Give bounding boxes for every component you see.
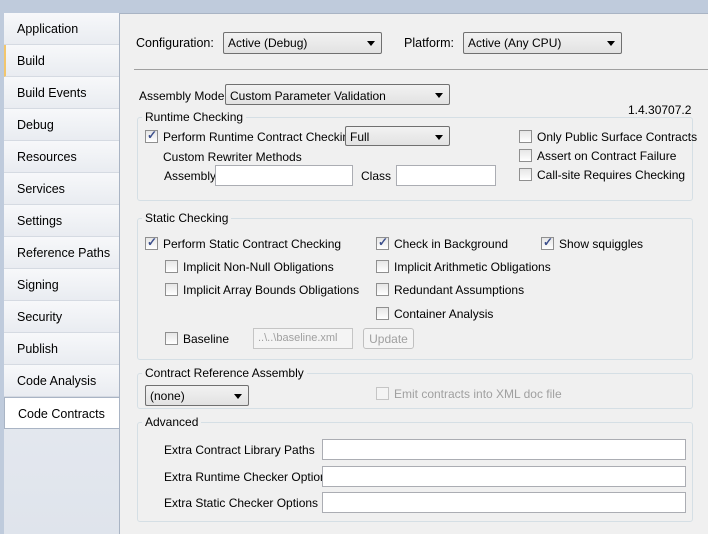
perform-runtime-label: Perform Runtime Contract Checking: [163, 130, 356, 144]
lib-paths-label: Extra Contract Library Paths: [164, 443, 315, 457]
sidebar-item-code-analysis[interactable]: Code Analysis: [4, 365, 119, 397]
assembly-mode-label: Assembly Mode:: [139, 89, 228, 103]
version-label: 1.4.30707.2: [628, 103, 692, 117]
assembly-mode-value: Custom Parameter Validation: [230, 89, 386, 103]
platform-label: Platform:: [404, 36, 455, 50]
callsite-checkbox[interactable]: [519, 168, 532, 181]
redundant-label: Redundant Assumptions: [394, 283, 525, 297]
sidebar-item-build[interactable]: Build: [4, 45, 119, 77]
squiggles-checkbox[interactable]: [541, 235, 554, 250]
perform-runtime-checkbox[interactable]: [145, 128, 158, 143]
sidebar-item-settings[interactable]: Settings: [4, 205, 119, 237]
arithmetic-label: Implicit Arithmetic Obligations: [394, 260, 551, 274]
container-checkbox[interactable]: [376, 307, 389, 320]
sidebar-item-debug[interactable]: Debug: [4, 109, 119, 141]
group-title: Static Checking: [142, 211, 232, 225]
non-null-checkbox[interactable]: [165, 260, 178, 273]
class-label: Class: [361, 169, 392, 183]
background-checkbox[interactable]: [376, 235, 389, 250]
platform-value: Active (Any CPU): [468, 36, 562, 50]
sidebar: Application Build Build Events Debug Res…: [4, 13, 120, 534]
chevron-down-icon: [607, 41, 615, 46]
configuration-value: Active (Debug): [228, 36, 308, 50]
sidebar-item-application[interactable]: Application: [4, 13, 119, 45]
header-divider: [134, 69, 708, 70]
chevron-down-icon: [367, 41, 375, 46]
lib-paths-input[interactable]: [322, 439, 686, 460]
runtime-level-value: Full: [350, 130, 370, 144]
configuration-label: Configuration:: [136, 36, 214, 50]
chevron-down-icon: [435, 93, 443, 98]
platform-dropdown[interactable]: Active (Any CPU): [463, 32, 622, 54]
sidebar-item-code-contracts[interactable]: Code Contracts: [4, 397, 120, 429]
class-input[interactable]: [396, 165, 496, 186]
baseline-checkbox[interactable]: [165, 332, 178, 345]
baseline-label: Baseline: [183, 332, 230, 346]
assert-failure-label: Assert on Contract Failure: [537, 149, 677, 163]
emit-xml-label: Emit contracts into XML doc file: [394, 387, 562, 401]
chevron-down-icon: [435, 135, 443, 140]
static-options-input[interactable]: [322, 492, 686, 513]
runtime-options-label: Extra Runtime Checker Options: [164, 470, 333, 484]
perform-static-label: Perform Static Contract Checking: [163, 237, 342, 251]
rewriter-label: Custom Rewriter Methods: [163, 150, 302, 164]
public-surface-checkbox[interactable]: [519, 130, 532, 143]
redundant-checkbox[interactable]: [376, 283, 389, 296]
update-button[interactable]: Update: [363, 328, 414, 349]
runtime-level-dropdown[interactable]: Full: [345, 126, 450, 146]
baseline-path-input[interactable]: ..\..\baseline.xml: [253, 328, 353, 349]
group-title: Contract Reference Assembly: [142, 366, 307, 380]
reference-assembly-dropdown[interactable]: (none): [145, 385, 249, 406]
non-null-label: Implicit Non-Null Obligations: [183, 260, 334, 274]
arithmetic-checkbox[interactable]: [376, 260, 389, 273]
emit-xml-checkbox[interactable]: [376, 387, 389, 400]
sidebar-item-publish[interactable]: Publish: [4, 333, 119, 365]
static-options-label: Extra Static Checker Options: [164, 496, 319, 510]
array-bounds-checkbox[interactable]: [165, 283, 178, 296]
sidebar-item-services[interactable]: Services: [4, 173, 119, 205]
container-label: Container Analysis: [394, 307, 494, 321]
runtime-options-input[interactable]: [322, 466, 686, 487]
assert-failure-checkbox[interactable]: [519, 149, 532, 162]
chevron-down-icon: [234, 394, 242, 399]
assembly-label: Assembly: [164, 169, 217, 183]
callsite-label: Call-site Requires Checking: [537, 168, 686, 182]
assembly-mode-dropdown[interactable]: Custom Parameter Validation: [225, 84, 450, 105]
group-title: Advanced: [142, 415, 202, 429]
configuration-dropdown[interactable]: Active (Debug): [223, 32, 382, 54]
array-bounds-label: Implicit Array Bounds Obligations: [183, 283, 360, 297]
sidebar-item-resources[interactable]: Resources: [4, 141, 119, 173]
public-surface-label: Only Public Surface Contracts: [537, 130, 698, 144]
sidebar-item-security[interactable]: Security: [4, 301, 119, 333]
reference-assembly-value: (none): [150, 389, 185, 403]
sidebar-item-signing[interactable]: Signing: [4, 269, 119, 301]
sidebar-item-reference-paths[interactable]: Reference Paths: [4, 237, 119, 269]
group-title: Runtime Checking: [142, 110, 247, 124]
background-label: Check in Background: [394, 237, 509, 251]
squiggles-label: Show squiggles: [559, 237, 644, 251]
perform-static-checkbox[interactable]: [145, 235, 158, 250]
sidebar-item-build-events[interactable]: Build Events: [4, 77, 119, 109]
assembly-input[interactable]: [215, 165, 353, 186]
